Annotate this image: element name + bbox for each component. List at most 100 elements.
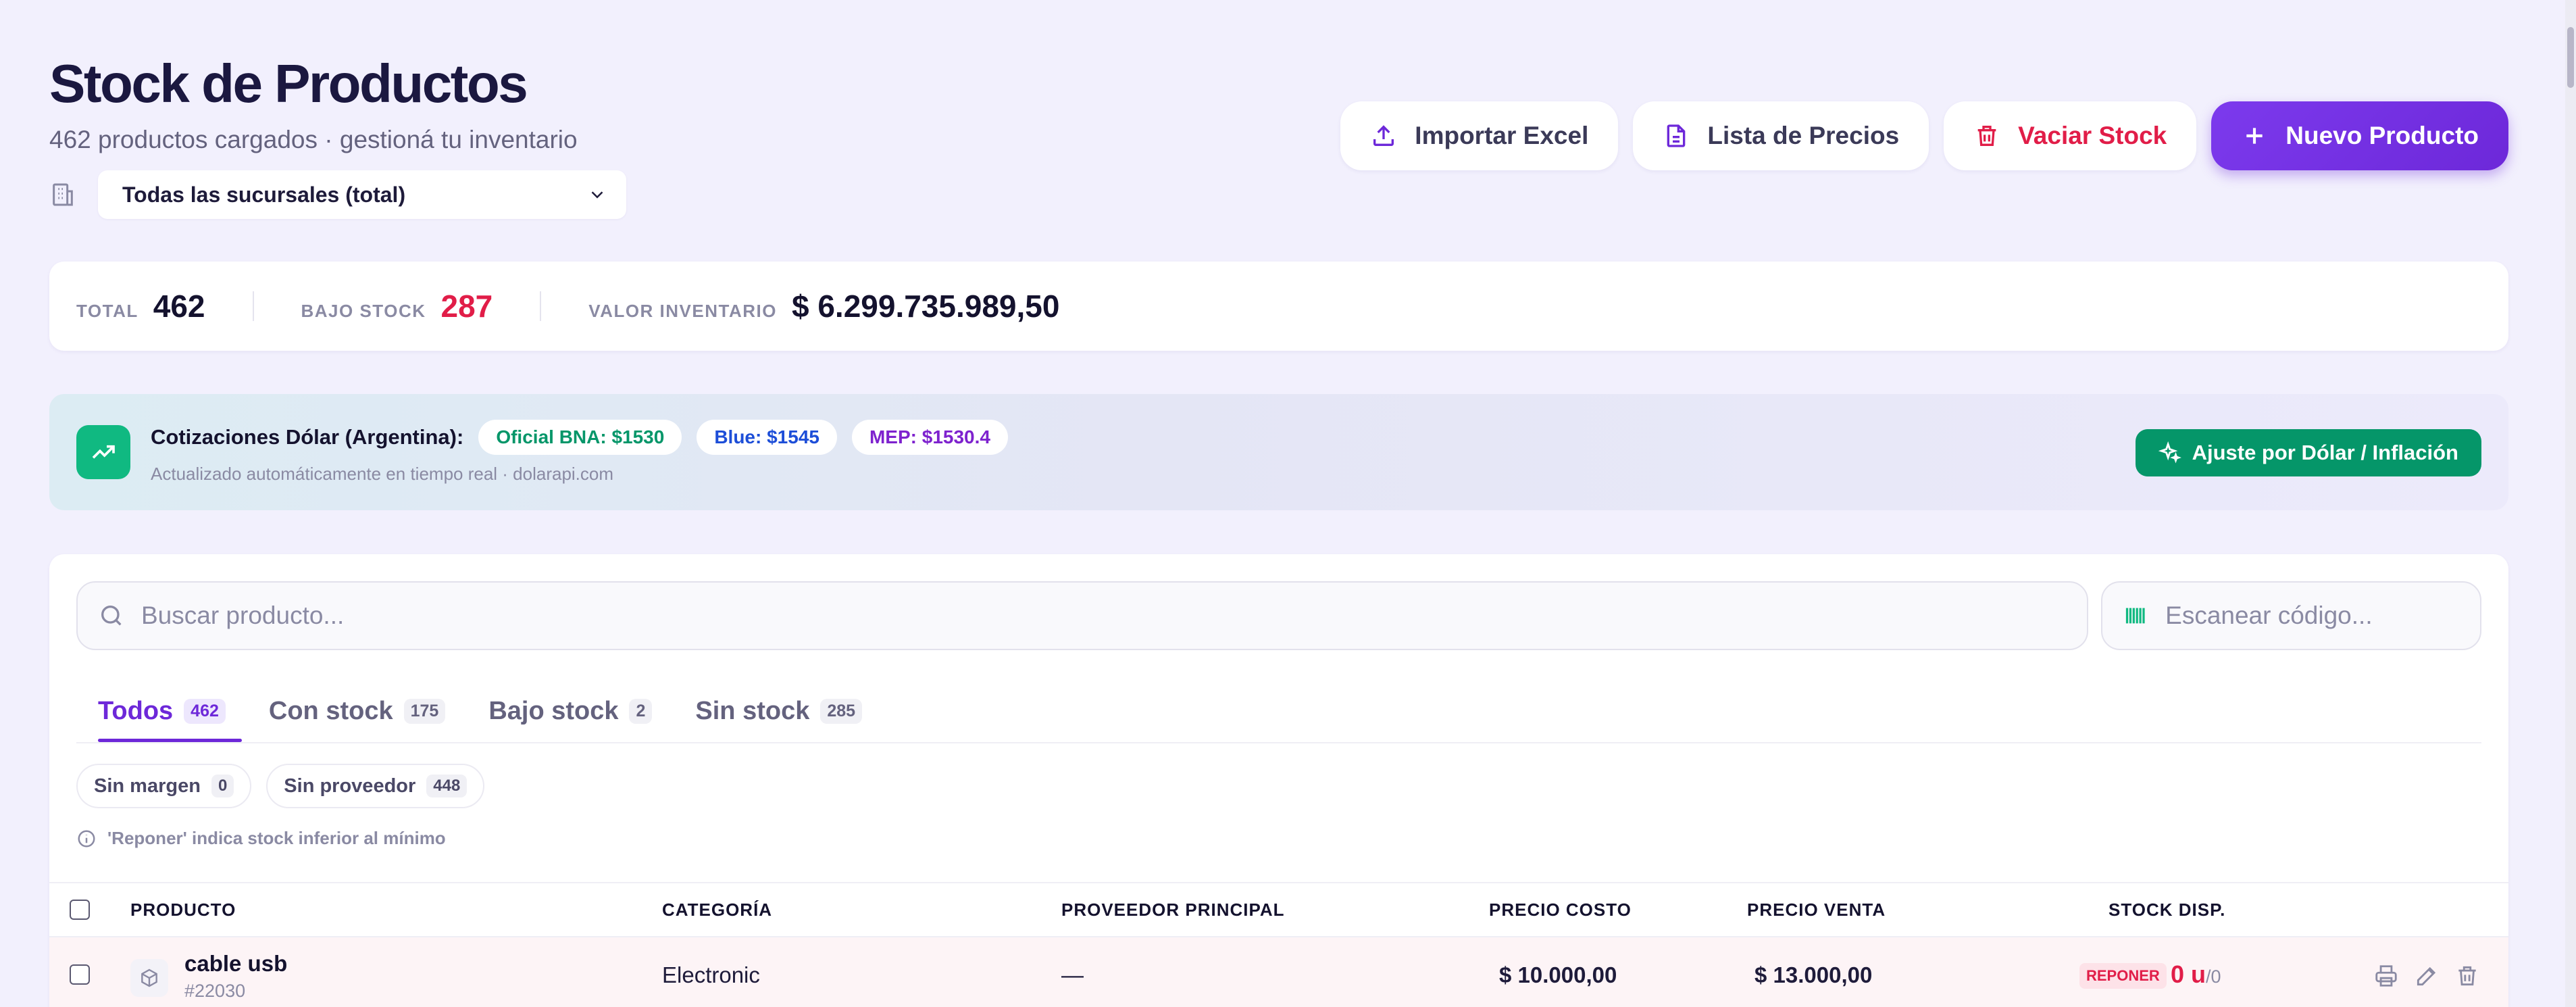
tab-count: 462 xyxy=(184,698,226,724)
row-checkbox[interactable] xyxy=(70,964,90,985)
chip-label: Sin proveedor xyxy=(284,775,416,797)
new-product-button[interactable]: Nuevo Producto xyxy=(2211,101,2508,170)
scan-box[interactable] xyxy=(2101,581,2481,650)
import-excel-label: Importar Excel xyxy=(1415,122,1589,149)
search-icon xyxy=(101,606,122,626)
page-title: Stock de Productos xyxy=(49,53,528,114)
stat-inventory-value: VALOR INVENTARIO $ 6.299.735.989,50 xyxy=(588,288,1059,324)
tab-sin-stock[interactable]: Sin stock 285 xyxy=(674,681,884,741)
tab-bajo-stock[interactable]: Bajo stock 2 xyxy=(467,681,674,741)
filter-chips: Sin margen 0 Sin proveedor 448 xyxy=(76,764,485,808)
stat-inventory-label: VALOR INVENTARIO xyxy=(588,301,777,321)
trending-up-icon xyxy=(76,425,130,479)
product-category: Electronic xyxy=(662,962,760,987)
tab-todos[interactable]: Todos 462 xyxy=(76,681,247,742)
trash-icon[interactable] xyxy=(2454,963,2480,989)
tab-count: 175 xyxy=(403,698,446,724)
column-header-supplier[interactable]: PROVEEDOR PRINCIPAL xyxy=(1061,900,1285,920)
rate-blue-badge: Blue: $1545 xyxy=(697,420,837,455)
table-header: PRODUCTO CATEGORÍA PROVEEDOR PRINCIPAL P… xyxy=(49,882,2508,937)
chevron-down-icon xyxy=(591,191,603,199)
row-actions xyxy=(2373,963,2480,989)
stat-low-stock-label: BAJO STOCK xyxy=(301,301,426,321)
branch-select[interactable]: Todas las sucursales (total) xyxy=(98,170,626,219)
tab-count: 285 xyxy=(820,698,863,724)
column-header-stock[interactable]: STOCK DISP. xyxy=(2108,900,2225,920)
adjust-button-label: Ajuste por Dólar / Inflación xyxy=(2192,441,2458,464)
tab-label: Bajo stock xyxy=(488,696,619,725)
stat-total-value: 462 xyxy=(153,289,205,324)
stat-low-stock: BAJO STOCK 287 xyxy=(301,288,493,324)
print-icon[interactable] xyxy=(2373,963,2399,989)
product-supplier: — xyxy=(1061,962,1084,987)
divider xyxy=(252,291,254,321)
chip-count: 0 xyxy=(211,775,234,797)
rate-oficial-badge: Oficial BNA: $1530 xyxy=(478,420,682,455)
page-subtitle: 462 productos cargados · gestioná tu inv… xyxy=(49,126,578,153)
info-icon xyxy=(78,830,95,847)
stat-low-stock-value: 287 xyxy=(440,289,493,324)
product-code: #22030 xyxy=(184,981,246,1001)
tab-label: Todos xyxy=(98,696,174,725)
info-note-text: 'Reponer' indica stock inferior al mínim… xyxy=(107,828,446,848)
empty-stock-button[interactable]: Vaciar Stock xyxy=(1944,101,2197,170)
search-box[interactable] xyxy=(76,581,2088,650)
empty-stock-label: Vaciar Stock xyxy=(2018,122,2167,149)
tab-label: Con stock xyxy=(268,696,393,725)
rate-mep-badge: MEP: $1530.4 xyxy=(851,420,1008,455)
tab-count: 2 xyxy=(629,698,653,724)
tab-con-stock[interactable]: Con stock 175 xyxy=(247,681,467,741)
header-actions: Importar Excel Lista de Precios Vaciar S… xyxy=(1340,101,2508,170)
product-price: $ 13.000,00 xyxy=(1754,962,1873,987)
import-excel-button[interactable]: Importar Excel xyxy=(1340,101,1619,170)
edit-icon[interactable] xyxy=(2414,963,2440,989)
column-header-category[interactable]: CATEGORÍA xyxy=(662,900,772,920)
upload-icon xyxy=(1373,125,1394,146)
new-product-label: Nuevo Producto xyxy=(2285,122,2479,149)
reponer-badge: REPONER xyxy=(2079,963,2167,989)
chip-label: Sin margen xyxy=(94,775,201,797)
branch-selector-row: Todas las sucursales (total) xyxy=(49,170,626,219)
products-card: Todos 462 Con stock 175 Bajo stock 2 Sin… xyxy=(49,554,2508,1007)
building-icon xyxy=(53,183,73,206)
document-icon xyxy=(1667,124,1686,147)
dollar-rates-banner: Cotizaciones Dólar (Argentina): Oficial … xyxy=(49,394,2508,510)
table-row[interactable]: cable usb #22030 Electronic — $ 10.000,0… xyxy=(49,937,2508,1007)
sparkles-icon xyxy=(2158,441,2181,464)
dollar-rates-subtitle: Actualizado automáticamente en tiempo re… xyxy=(151,464,614,484)
stock-max: /0 xyxy=(2206,966,2221,987)
page-scrollbar[interactable] xyxy=(2565,0,2576,1007)
price-list-label: Lista de Precios xyxy=(1707,122,1900,149)
package-icon xyxy=(130,959,168,997)
stats-card: TOTAL 462 BAJO STOCK 287 VALOR INVENTARI… xyxy=(49,262,2508,351)
dollar-rates-row: Cotizaciones Dólar (Argentina): Oficial … xyxy=(151,420,1023,455)
trash-icon xyxy=(1977,126,1996,146)
stat-inventory-amount: $ 6.299.735.989,50 xyxy=(791,289,1060,324)
chip-sin-proveedor[interactable]: Sin proveedor 448 xyxy=(266,764,485,808)
stat-total: TOTAL 462 xyxy=(76,288,205,324)
price-list-button[interactable]: Lista de Precios xyxy=(1633,101,1929,170)
stock-tabs: Todos 462 Con stock 175 Bajo stock 2 Sin… xyxy=(76,681,2481,743)
column-header-cost[interactable]: PRECIO COSTO xyxy=(1489,900,1632,920)
scan-input[interactable] xyxy=(2165,601,2480,630)
plus-icon xyxy=(2246,128,2263,144)
divider xyxy=(540,291,542,321)
search-input[interactable] xyxy=(141,601,1931,630)
column-header-price[interactable]: PRECIO VENTA xyxy=(1747,900,1886,920)
chip-sin-margen[interactable]: Sin margen 0 xyxy=(76,764,252,808)
adjust-dollar-inflation-button[interactable]: Ajuste por Dólar / Inflación xyxy=(2135,429,2481,476)
tab-label: Sin stock xyxy=(695,696,810,725)
dollar-rates-title: Cotizaciones Dólar (Argentina): xyxy=(151,425,464,449)
column-header-product[interactable]: PRODUCTO xyxy=(130,900,236,920)
product-name[interactable]: cable usb xyxy=(184,951,287,977)
branch-select-value: Todas las sucursales (total) xyxy=(122,182,406,207)
stat-total-label: TOTAL xyxy=(76,301,138,321)
info-note: 'Reponer' indica stock inferior al mínim… xyxy=(76,828,446,849)
stock-value: 0 u xyxy=(2171,960,2206,988)
product-stock: 0 u/0 xyxy=(2171,960,2221,989)
select-all-checkbox[interactable] xyxy=(70,900,90,920)
scrollbar-thumb[interactable] xyxy=(2567,27,2574,88)
chip-count: 448 xyxy=(426,775,468,797)
barcode-icon xyxy=(2125,608,2145,624)
product-cost: $ 10.000,00 xyxy=(1499,962,1617,987)
